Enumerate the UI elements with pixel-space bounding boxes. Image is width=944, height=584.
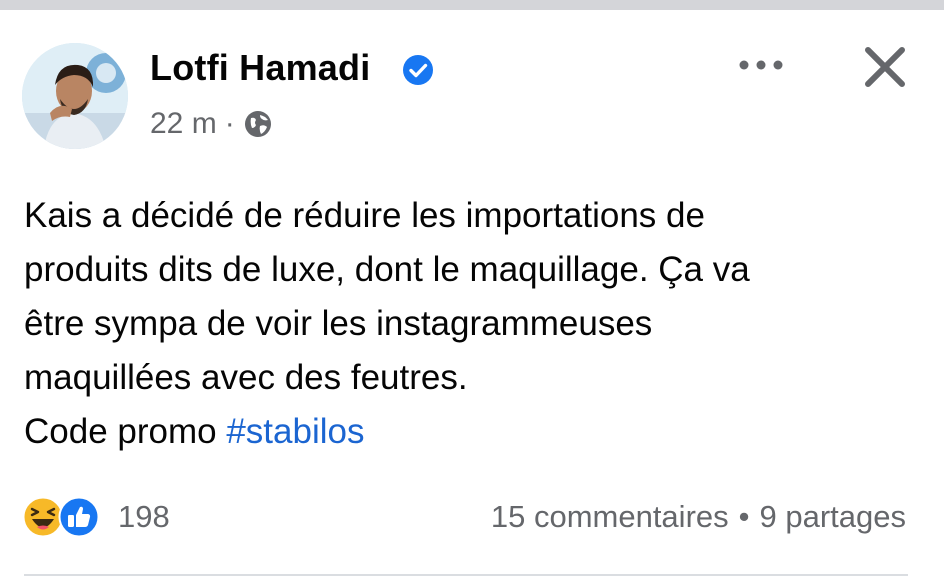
- globe-icon[interactable]: [243, 109, 273, 139]
- reaction-count: 198: [118, 499, 170, 534]
- more-options-icon[interactable]: [736, 50, 786, 80]
- author-avatar[interactable]: [22, 43, 128, 149]
- post-text-line: être sympa de voir les instagrammeuses: [24, 304, 653, 343]
- promo-prefix: Code promo: [24, 412, 227, 451]
- top-status-strip: [0, 0, 944, 10]
- stats-separator: •: [738, 499, 750, 534]
- meta-separator: ·: [224, 107, 235, 140]
- post-text-line: maquillées avec des feutres.: [24, 358, 468, 397]
- post-timestamp[interactable]: 22 m: [150, 107, 217, 141]
- avatar-image: [22, 43, 128, 149]
- post-body: Kais a décidé de réduire les importation…: [24, 189, 914, 459]
- verified-badge-icon: [403, 55, 433, 85]
- reactions-summary[interactable]: 198: [22, 496, 170, 538]
- shares-count-link[interactable]: 9 partages: [760, 499, 907, 535]
- post-text-promo-line: Code promo #stabilos: [24, 405, 914, 459]
- hashtag-link[interactable]: #stabilos: [226, 412, 364, 451]
- close-icon[interactable]: [862, 44, 908, 90]
- reaction-icons: [22, 496, 108, 538]
- post-text-line: Kais a décidé de réduire les importation…: [24, 196, 705, 235]
- like-icon: [58, 496, 100, 538]
- divider: [24, 574, 908, 576]
- author-name[interactable]: Lotfi Hamadi: [150, 46, 370, 90]
- post-meta: 22 m ·: [150, 104, 273, 144]
- post-text-line: produits dits de luxe, dont le maquillag…: [24, 250, 750, 289]
- post-stats: 15 commentaires • 9 partages: [491, 496, 906, 538]
- comments-count-link[interactable]: 15 commentaires: [491, 499, 729, 535]
